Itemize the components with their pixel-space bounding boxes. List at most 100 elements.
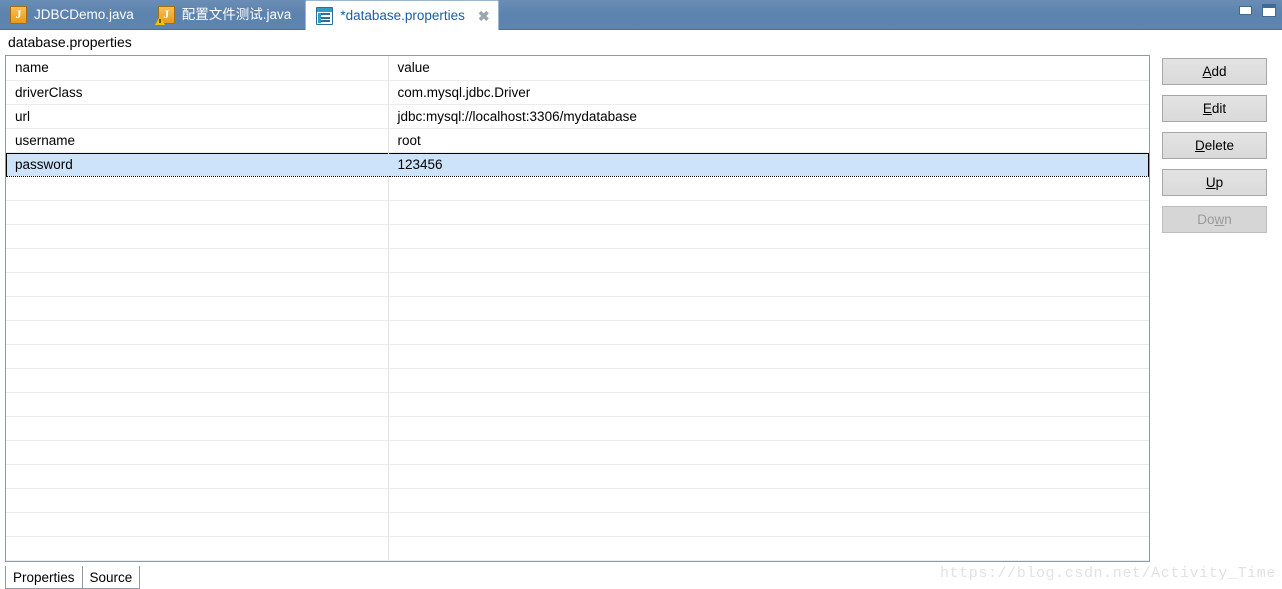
cell-value [388,176,1149,201]
column-header-value[interactable]: value [388,56,1149,81]
cell-name: password [6,152,389,177]
cell-value [388,344,1149,369]
cell-value [388,272,1149,297]
delete-button[interactable]: Delete [1162,132,1267,159]
editor-tab-label: JDBCDemo.java [34,7,134,23]
down-button: Down [1162,206,1267,233]
table-row-empty[interactable] [6,512,1149,537]
table-row-empty[interactable] [6,344,1149,369]
cell-value [388,536,1149,561]
maximize-icon[interactable] [1262,4,1276,17]
table-row-empty[interactable] [6,368,1149,393]
cell-value: 123456 [388,152,1149,177]
page-title: database.properties [8,34,132,50]
table-row-empty[interactable] [6,416,1149,441]
cell-name [6,176,389,201]
table-row[interactable]: driverClass com.mysql.jdbc.Driver [6,80,1149,105]
editor-tab-2[interactable]: *database.properties ✖ [305,0,499,30]
editor-page-tabs: Properties Source [5,566,141,589]
button-label: Edit [1202,101,1227,116]
table-row-empty[interactable] [6,488,1149,513]
cell-name [6,536,389,561]
table-row-empty[interactable] [6,200,1149,225]
properties-file-icon [316,6,334,25]
cell-value [388,224,1149,249]
table-row-empty[interactable] [6,464,1149,489]
cell-value [388,320,1149,345]
cell-name [6,344,389,369]
cell-value: com.mysql.jdbc.Driver [388,80,1149,105]
table-row-empty[interactable] [6,440,1149,465]
table-row-empty[interactable] [6,272,1149,297]
minimize-icon[interactable] [1239,6,1252,15]
cell-value [388,392,1149,417]
cell-name [6,488,389,513]
cell-name [6,416,389,441]
cell-name [6,272,389,297]
cell-value: root [388,128,1149,153]
page-tab-properties[interactable]: Properties [5,566,83,589]
page-tab-source[interactable]: Source [82,566,141,589]
editor-tab-0[interactable]: JDBCDemo.java [0,3,148,27]
cell-name [6,464,389,489]
cell-value [388,416,1149,441]
table-row-empty[interactable] [6,392,1149,417]
properties-table[interactable]: name value driverClass com.mysql.jdbc.Drive… [5,55,1150,562]
cell-name [6,224,389,249]
table-row-empty[interactable] [6,176,1149,201]
cell-name [6,512,389,537]
table-header-row[interactable]: name value [6,56,1149,81]
editor-tab-label: 配置文件测试.java [181,7,292,23]
java-file-warning-icon [154,6,175,25]
properties-editor: database.properties name value driverClass… [0,31,1282,589]
button-label: Down [1197,212,1232,227]
cell-name: url [6,104,389,129]
cell-name [6,440,389,465]
cell-name [6,392,389,417]
java-file-icon [10,6,27,24]
table-row-empty[interactable] [6,224,1149,249]
table-row[interactable]: password 123456 [6,152,1149,177]
cell-value [388,512,1149,537]
editor-tab-strip: JDBCDemo.java 配置文件测试.java *database.proper… [0,0,499,30]
cell-name [6,368,389,393]
cell-name [6,248,389,273]
button-label: Up [1205,175,1224,190]
window-controls [1239,4,1276,17]
properties-table-body: name value driverClass com.mysql.jdbc.Drive… [6,56,1149,561]
page-tab-label: Properties [13,569,75,585]
editor-tab-1[interactable]: 配置文件测试.java [148,3,306,27]
column-header-name[interactable]: name [6,56,389,81]
edit-button[interactable]: Edit [1162,95,1267,122]
cell-name [6,320,389,345]
table-rows: name value driverClass com.mysql.jdbc.Drive… [6,56,1149,561]
table-row-empty[interactable] [6,248,1149,273]
watermark-text: https://blog.csdn.net/Activity_Time [939,565,1276,582]
table-row[interactable]: url jdbc:mysql://localhost:3306/mydatabas… [6,104,1149,129]
button-label: Add [1202,64,1227,79]
close-icon[interactable]: ✖ [478,9,490,23]
table-row-empty[interactable] [6,320,1149,345]
cell-name [6,296,389,321]
cell-name [6,200,389,225]
cell-value [388,248,1149,273]
cell-name: driverClass [6,80,389,105]
warning-badge-icon [154,16,165,25]
up-button[interactable]: Up [1162,169,1267,196]
editor-tab-label: *database.properties [340,7,465,23]
table-action-buttons: Add Edit Delete Up Down [1162,58,1267,233]
cell-name: username [6,128,389,153]
cell-value [388,488,1149,513]
button-label: Delete [1194,138,1235,153]
title-bar: JDBCDemo.java 配置文件测试.java *database.proper… [0,0,1282,30]
add-button[interactable]: Add [1162,58,1267,85]
table-row-empty[interactable] [6,296,1149,321]
cell-value [388,464,1149,489]
cell-value [388,200,1149,225]
table-row[interactable]: username root [6,128,1149,153]
table-row-empty[interactable] [6,536,1149,561]
cell-value [388,440,1149,465]
cell-value [388,368,1149,393]
cell-value [388,296,1149,321]
page-tab-label: Source [89,569,133,585]
